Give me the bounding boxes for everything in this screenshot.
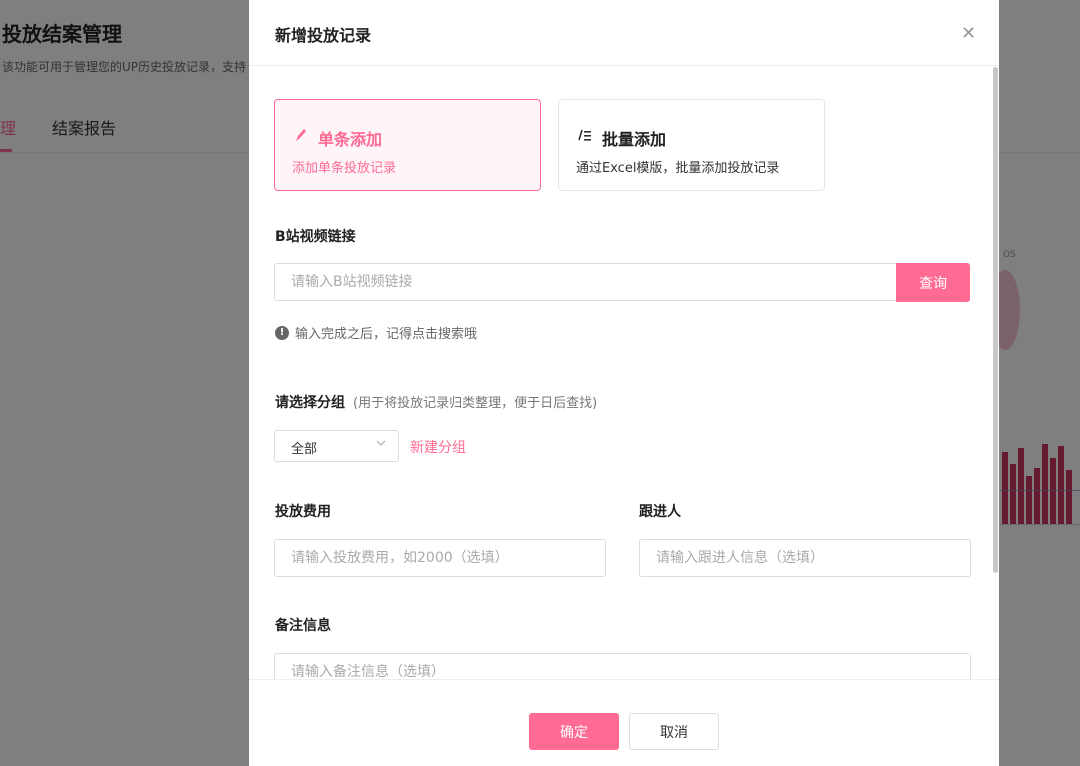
list-edit-icon — [577, 127, 593, 147]
remark-input[interactable] — [274, 653, 971, 679]
remark-label: 备注信息 — [275, 618, 331, 634]
group-label: 请选择分组 (用于将投放记录归类整理，便于日后查找) — [275, 392, 597, 412]
group-select-value: 全部 — [291, 442, 318, 457]
new-group-link[interactable]: 新建分组 — [410, 437, 466, 457]
video-link-input[interactable] — [274, 263, 898, 301]
modal-body: 单条添加 添加单条投放记录 批量添加 通过Excel模版，批量添加投放记录 B站… — [249, 67, 999, 679]
modal-scrollbar[interactable] — [993, 67, 998, 573]
search-hint-text: 输入完成之后，记得点击搜索哦 — [295, 327, 478, 342]
batch-add-title: 批量添加 — [602, 130, 667, 149]
single-add-title: 单条添加 — [318, 130, 383, 149]
modal-header: 新增投放记录 ✕ — [249, 0, 999, 66]
modal-footer: 确定 取消 — [249, 679, 999, 766]
group-select[interactable]: 全部 — [274, 430, 399, 462]
info-icon: ! — [275, 325, 289, 340]
video-link-label: B站视频链接 — [275, 229, 356, 245]
batch-add-option[interactable]: 批量添加 通过Excel模版，批量添加投放记录 — [558, 99, 825, 191]
cost-label: 投放费用 — [275, 504, 331, 520]
follower-label: 跟进人 — [639, 504, 681, 520]
batch-add-desc: 通过Excel模版，批量添加投放记录 — [576, 161, 780, 176]
group-label-text: 请选择分组 — [275, 395, 345, 411]
cost-input[interactable] — [274, 539, 606, 577]
follower-input[interactable] — [639, 539, 971, 577]
single-add-option[interactable]: 单条添加 添加单条投放记录 — [274, 99, 541, 191]
pen-icon — [293, 127, 309, 147]
query-button[interactable]: 查询 — [896, 263, 970, 302]
confirm-button[interactable]: 确定 — [529, 713, 619, 750]
add-record-modal: 新增投放记录 ✕ 单条添加 添加单条投放记录 批量添加 通过Excel模版，批量… — [249, 0, 999, 766]
single-add-desc: 添加单条投放记录 — [292, 161, 397, 176]
group-label-note: (用于将投放记录归类整理，便于日后查找) — [353, 396, 598, 411]
search-hint: ! 输入完成之后，记得点击搜索哦 — [275, 323, 477, 342]
cancel-button[interactable]: 取消 — [629, 713, 719, 750]
modal-title: 新增投放记录 — [275, 26, 372, 45]
chevron-down-icon — [375, 437, 387, 452]
close-icon[interactable]: ✕ — [961, 24, 976, 44]
